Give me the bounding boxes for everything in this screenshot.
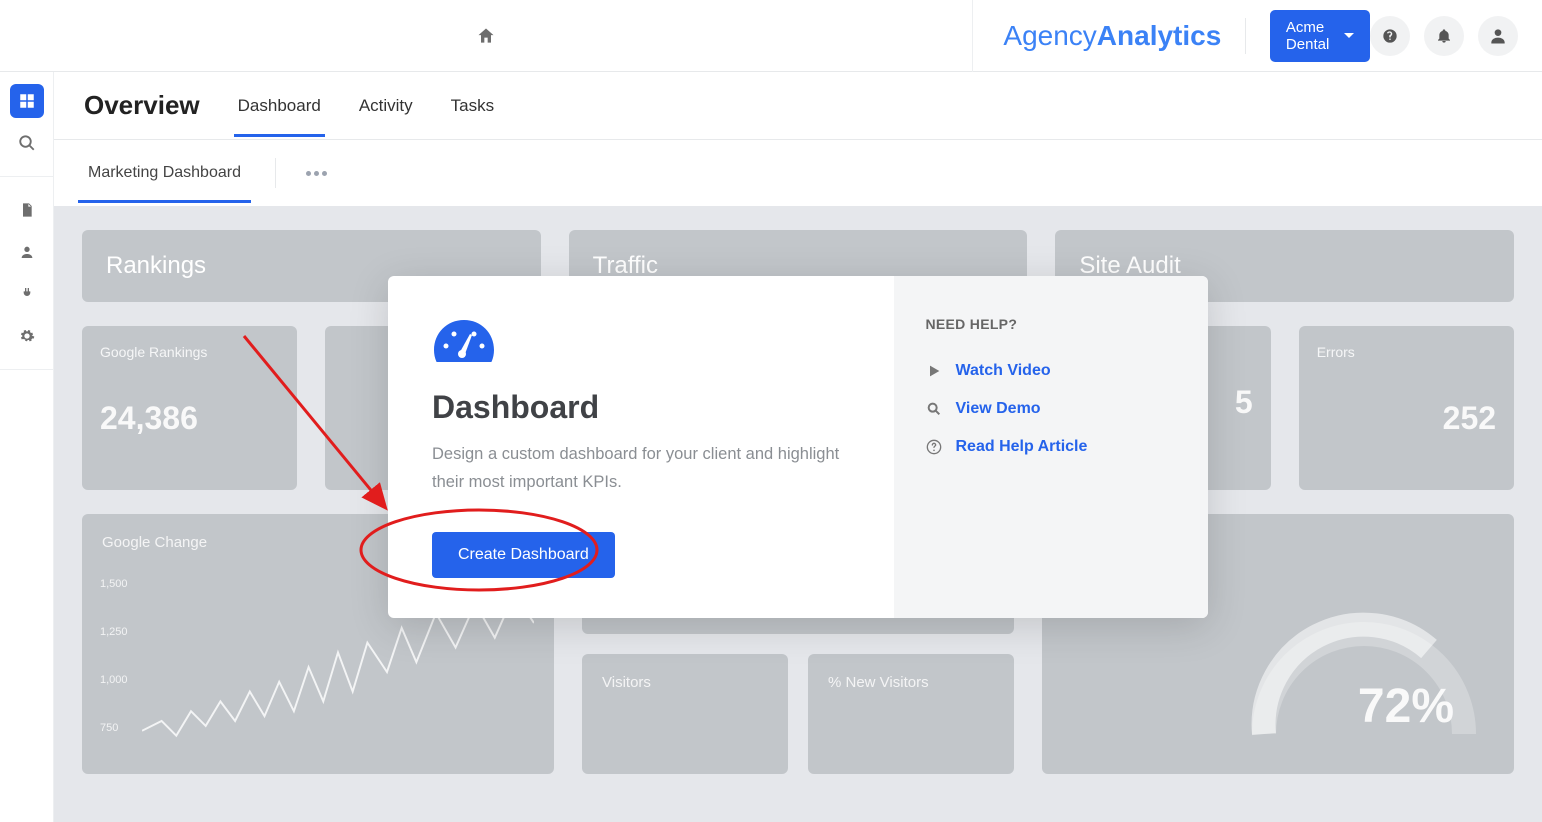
dashboard-gauge-icon (432, 316, 496, 366)
play-icon (926, 363, 942, 379)
client-selector-label: Acme Dental (1286, 19, 1332, 53)
stat-value: 252 (1317, 400, 1496, 437)
question-icon (1382, 28, 1398, 44)
stat-card: Google Rankings 24,386 (82, 326, 297, 490)
gauge-arc (1234, 564, 1494, 764)
tab-tasks[interactable]: Tasks (447, 76, 498, 136)
home-icon (476, 26, 496, 46)
grid-icon (18, 92, 36, 110)
brand-part2: Analytics (1097, 20, 1222, 52)
more-options-button[interactable] (306, 171, 327, 176)
secondary-nav: Overview Dashboard Activity Tasks (54, 72, 1542, 140)
main-area: Overview Dashboard Activity Tasks Market… (54, 72, 1542, 822)
gauge-value: 72% (1358, 679, 1454, 734)
tertiary-nav: Marketing Dashboard (54, 140, 1542, 206)
divider (275, 158, 276, 188)
help-section-title: NEED HELP? (926, 316, 1177, 332)
home-button[interactable] (0, 0, 973, 72)
sidebar-item-dashboard[interactable] (10, 84, 44, 118)
user-icon (19, 244, 35, 260)
top-actions (1370, 16, 1542, 56)
chart-y-axis: 1,500 1,250 1,000 750 (100, 578, 128, 734)
sidebar (0, 72, 54, 822)
sidebar-item-settings[interactable] (10, 319, 44, 353)
help-link-read-article[interactable]: Read Help Article (926, 428, 1177, 466)
create-dashboard-button[interactable]: Create Dashboard (432, 532, 615, 578)
content-area: Rankings Traffic Site Audit Google Ranki… (54, 206, 1542, 822)
document-icon (19, 202, 35, 218)
modal-title: Dashboard (432, 389, 850, 426)
user-icon (1488, 26, 1508, 46)
brand-part1: Agency (1003, 20, 1096, 52)
divider (1245, 18, 1246, 54)
create-dashboard-modal: Dashboard Design a custom dashboard for … (388, 276, 1208, 618)
subtab-marketing-dashboard[interactable]: Marketing Dashboard (84, 144, 245, 202)
stat-card: % New Visitors (808, 654, 1014, 774)
modal-description: Design a custom dashboard for your clien… (432, 440, 850, 496)
tab-activity[interactable]: Activity (355, 76, 417, 136)
search-icon (926, 401, 942, 417)
profile-button[interactable] (1478, 16, 1518, 56)
sidebar-item-reports[interactable] (10, 193, 44, 227)
stat-card: Visitors (582, 654, 788, 774)
help-link-watch-video[interactable]: Watch Video (926, 352, 1177, 390)
brand-logo[interactable]: AgencyAnalytics (973, 20, 1221, 52)
stat-title: Google Rankings (100, 344, 279, 360)
sidebar-item-integrations[interactable] (10, 277, 44, 311)
gear-icon (19, 328, 35, 344)
notifications-button[interactable] (1424, 16, 1464, 56)
tab-dashboard[interactable]: Dashboard (234, 76, 325, 136)
help-button[interactable] (1370, 16, 1410, 56)
stat-value: 24,386 (100, 400, 279, 437)
sidebar-item-users[interactable] (10, 235, 44, 269)
question-circle-icon (926, 439, 942, 455)
sidebar-item-search[interactable] (10, 126, 44, 160)
bell-icon (1436, 28, 1452, 44)
stat-card: Errors 252 (1299, 326, 1514, 490)
page-title: Overview (84, 90, 200, 121)
plug-icon (19, 286, 35, 302)
client-selector-button[interactable]: Acme Dental (1270, 10, 1370, 62)
search-icon (18, 134, 36, 152)
stat-title: Errors (1317, 344, 1496, 360)
top-bar: AgencyAnalytics Acme Dental (0, 0, 1542, 72)
help-link-view-demo[interactable]: View Demo (926, 390, 1177, 428)
chevron-down-icon (1344, 33, 1354, 38)
